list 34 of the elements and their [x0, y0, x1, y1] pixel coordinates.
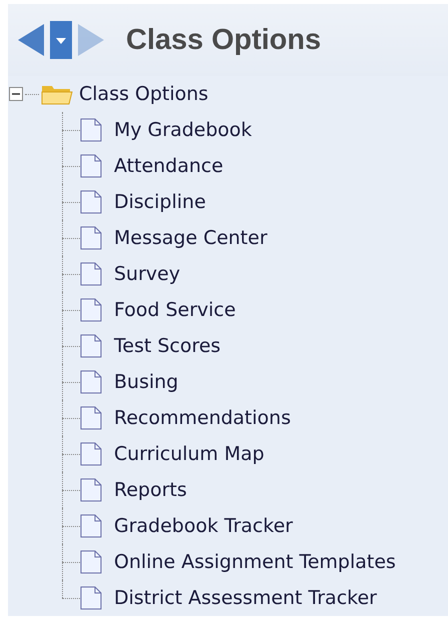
collapse-icon[interactable] — [9, 87, 23, 101]
tree-item[interactable]: Test Scores — [114, 335, 221, 357]
document-icon — [80, 118, 102, 142]
document-icon — [80, 478, 102, 502]
tree-item[interactable]: District Assessment Tracker — [114, 587, 377, 609]
document-icon — [80, 226, 102, 250]
tree-item[interactable]: Survey — [114, 263, 180, 285]
back-arrow-icon[interactable] — [16, 22, 46, 58]
tree-item[interactable]: Busing — [114, 371, 178, 393]
document-icon — [80, 334, 102, 358]
tree-item[interactable]: Gradebook Tracker — [114, 515, 293, 537]
tree-item[interactable]: Food Service — [114, 299, 236, 321]
document-icon — [80, 514, 102, 538]
page-title: Class Options — [126, 24, 321, 56]
tree-item[interactable]: Curriculum Map — [114, 443, 264, 465]
document-icon — [80, 442, 102, 466]
document-icon — [80, 406, 102, 430]
document-icon — [80, 550, 102, 574]
tree-item[interactable]: Recommendations — [114, 407, 291, 429]
document-icon — [80, 154, 102, 178]
dropdown-icon[interactable] — [50, 21, 72, 59]
document-icon — [80, 190, 102, 214]
tree-item[interactable]: Class Options — [79, 83, 208, 105]
document-icon — [80, 586, 102, 610]
tree-item[interactable]: Online Assignment Templates — [114, 551, 396, 573]
tree-item[interactable]: Attendance — [114, 155, 224, 177]
tree-item[interactable]: My Gradebook — [114, 119, 252, 141]
document-icon — [80, 262, 102, 286]
tree-item[interactable]: Discipline — [114, 191, 206, 213]
folder-icon — [41, 83, 73, 105]
document-icon — [80, 298, 102, 322]
document-icon — [80, 370, 102, 394]
tree-item[interactable]: Message Center — [114, 227, 268, 249]
tree-item[interactable]: Reports — [114, 479, 187, 501]
